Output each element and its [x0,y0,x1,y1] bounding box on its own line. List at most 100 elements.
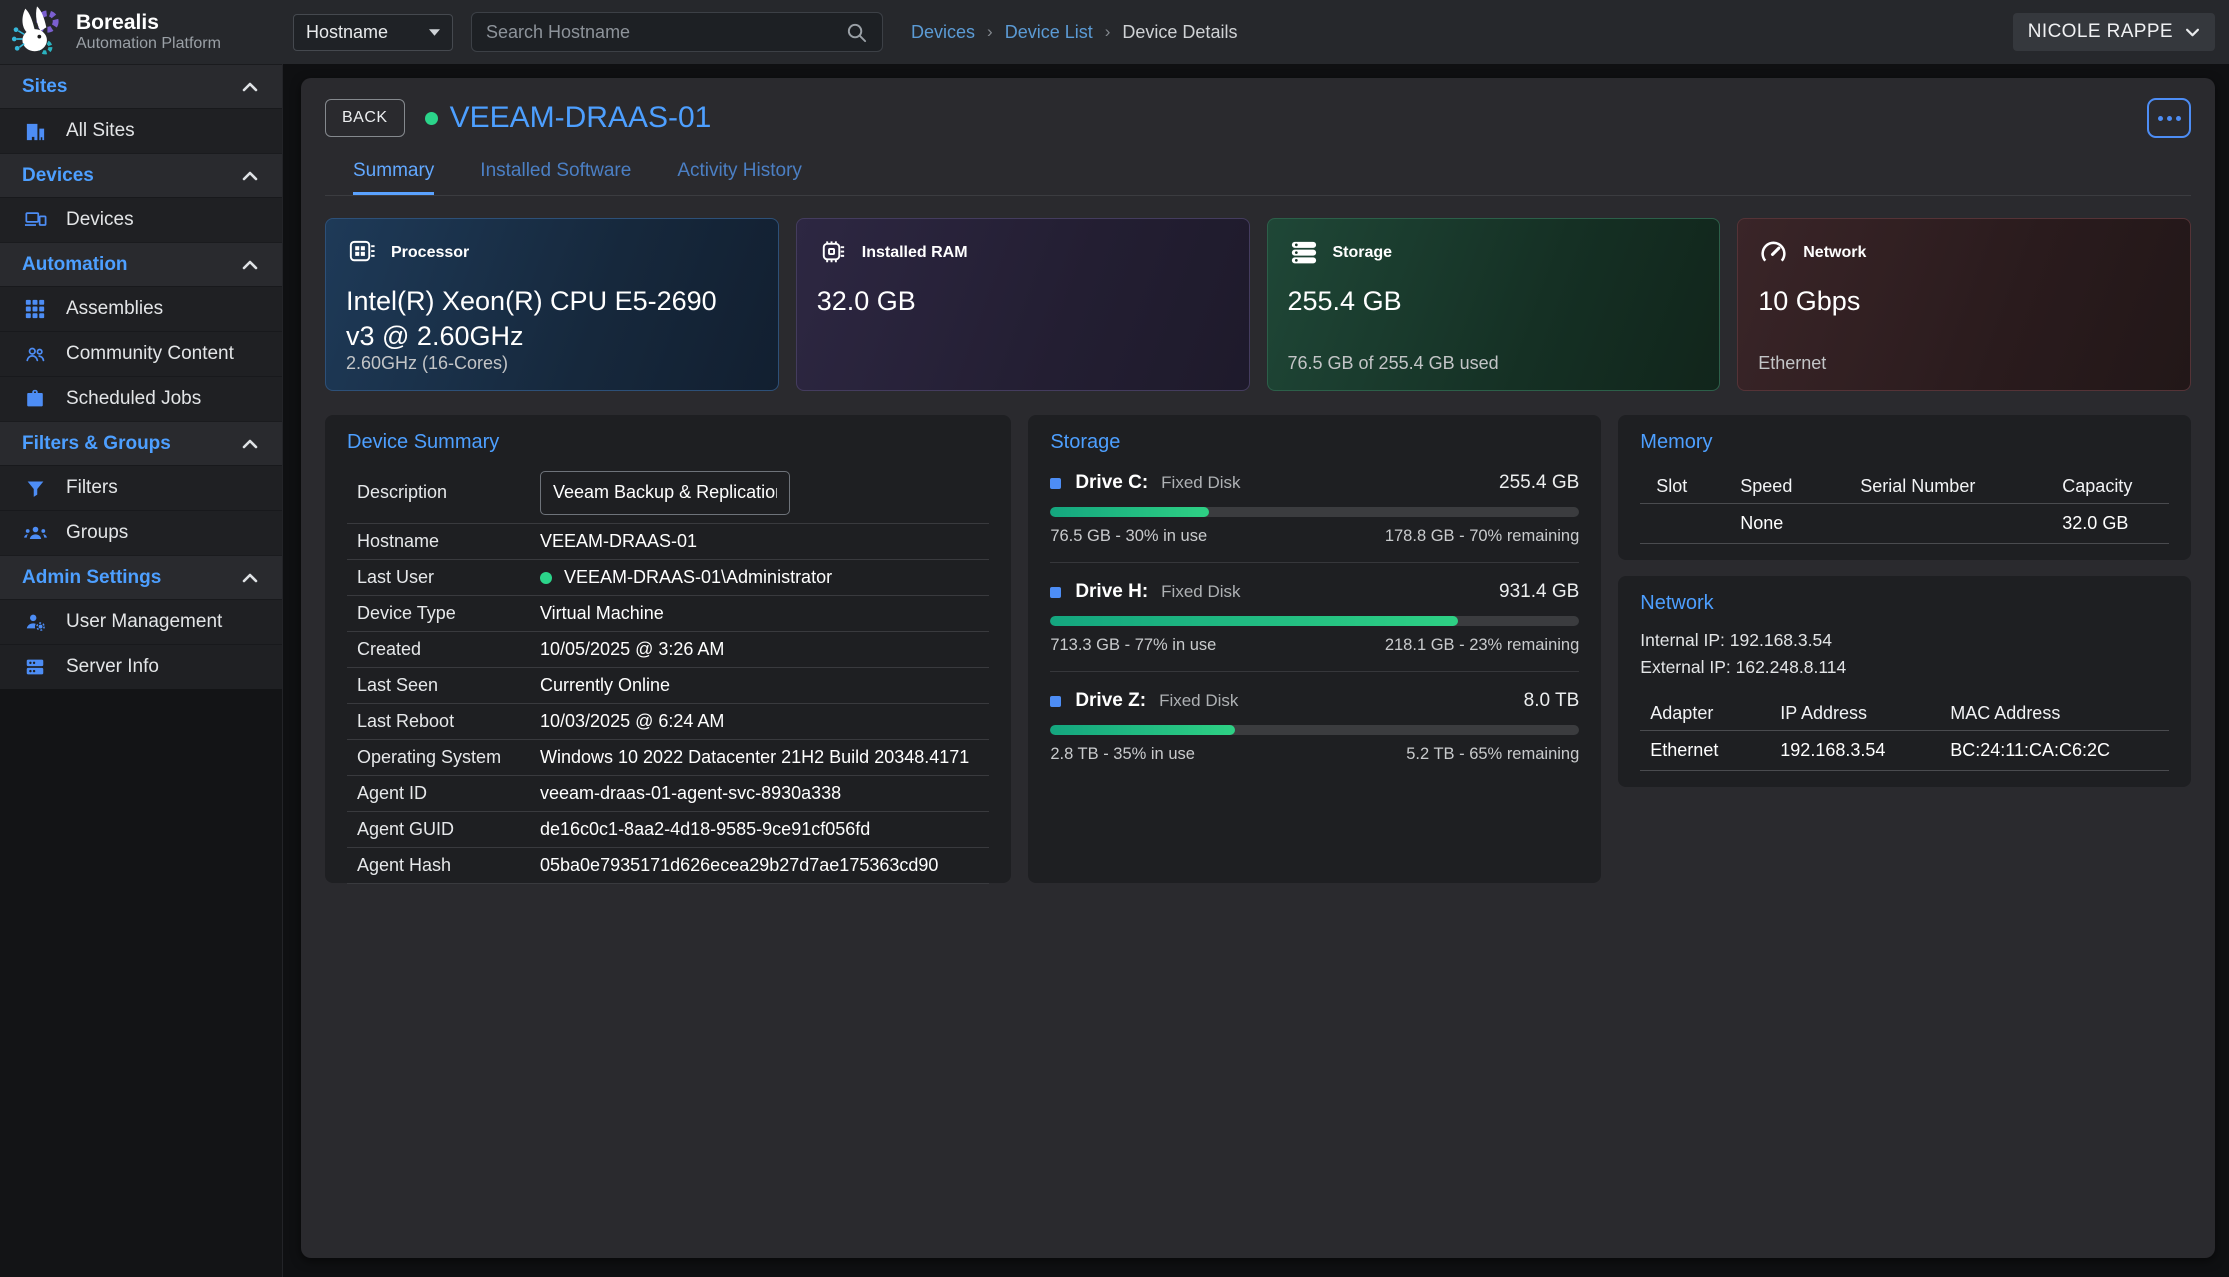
sidebar-item-server-info[interactable]: Server Info [0,644,282,689]
summary-row-created: Created 10/05/2025 @ 3:26 AM [347,632,989,668]
storage-card: Storage 255.4 GB 76.5 GB of 255.4 GB use… [1267,218,1721,391]
caret-down-icon [429,29,440,36]
storage-value: 255.4 GB [1288,284,1679,319]
chevron-up-icon [242,439,258,449]
storage-panel: Storage Drive C: Fixed Disk 255.4 GB 76.… [1028,415,1601,883]
description-input[interactable] [540,471,790,515]
network-footer: Ethernet [1758,353,1826,374]
sidebar-item-devices[interactable]: Devices [0,197,282,242]
device-details-panel: BACK VEEAM-DRAAS-01 Summary Installed So… [301,78,2215,1258]
drive-bullet-icon [1050,587,1061,598]
tab-summary[interactable]: Summary [353,160,434,195]
processor-value: Intel(R) Xeon(R) CPU E5-2690 v3 @ 2.60GH… [346,284,737,354]
right-column: Memory Slot Speed Serial Number Capacity… [1618,415,2191,787]
search-icon[interactable] [845,21,868,44]
tab-activity-history[interactable]: Activity History [677,160,802,195]
chevron-up-icon [242,171,258,181]
storage-stack-icon [1288,237,1319,268]
user-menu-button[interactable]: NICOLE RAPPE [2013,13,2215,51]
cpu-icon [346,237,377,268]
sidebar-section-automation[interactable]: Automation [0,242,282,286]
breadcrumb: Devices › Device List › Device Details [911,22,1237,43]
topbar: Borealis Automation Platform Hostname De… [0,0,2229,64]
device-summary-panel: Device Summary Description Hostname VEEA… [325,415,1011,883]
online-status-dot [425,112,438,125]
brand-name: Borealis [76,11,221,35]
ram-chip-icon [817,237,848,268]
rabbit-logo-icon [8,4,66,60]
brand-logo: Borealis Automation Platform [0,4,283,60]
summary-row-agent-hash: Agent Hash 05ba0e7935171d626ecea29b27d7a… [347,848,989,884]
breadcrumb-devices[interactable]: Devices [911,22,975,43]
sidebar-item-user-management[interactable]: User Management [0,599,282,644]
summary-row-operating-system: Operating System Windows 10 2022 Datacen… [347,740,989,776]
groups-icon [22,523,48,543]
grid-icon [22,298,48,320]
sidebar-section-sites[interactable]: Sites [0,64,282,108]
filter-icon [22,478,48,499]
hostname-filter-select[interactable]: Hostname [293,14,453,51]
network-panel: Network Internal IP: 192.168.3.54 Extern… [1618,576,2191,787]
ram-value: 32.0 GB [817,284,1208,319]
chevron-up-icon [242,260,258,270]
sidebar: Sites All Sites Devices Devices Automati… [0,64,283,1277]
summary-row-last-seen: Last Seen Currently Online [347,668,989,704]
search-box[interactable] [471,12,883,52]
card-label: Storage [1333,244,1393,262]
sidebar-section-admin-settings[interactable]: Admin Settings [0,555,282,599]
sidebar-item-filters[interactable]: Filters [0,465,282,510]
sidebar-section-devices[interactable]: Devices [0,153,282,197]
detail-panels: Device Summary Description Hostname VEEA… [325,415,2191,883]
breadcrumb-separator: › [1105,22,1111,42]
breadcrumb-separator: › [987,22,993,42]
building-icon [22,120,48,143]
summary-row-agent-guid: Agent GUID de16c0c1-8aa2-4d18-9585-9ce91… [347,812,989,848]
processor-card: Processor Intel(R) Xeon(R) CPU E5-2690 v… [325,218,779,391]
drive-bullet-icon [1050,478,1061,489]
internal-ip: Internal IP: 192.168.3.54 [1640,627,2169,654]
sidebar-section-filters-groups[interactable]: Filters & Groups [0,421,282,465]
breadcrumb-device-list[interactable]: Device List [1005,22,1093,43]
panel-title: Storage [1050,431,1579,454]
summary-row-device-type: Device Type Virtual Machine [347,596,989,632]
drive-z-row: Drive Z: Fixed Disk 8.0 TB 2.8 TB - 35% … [1050,690,1579,764]
briefcase-icon [22,388,48,410]
user-menu-label: NICOLE RAPPE [2028,21,2173,43]
sidebar-item-scheduled-jobs[interactable]: Scheduled Jobs [0,376,282,421]
ellipsis-icon [2158,116,2163,121]
network-value: 10 Gbps [1758,284,2149,319]
tab-installed-software[interactable]: Installed Software [480,160,631,195]
search-input[interactable] [486,22,845,43]
summary-row-hostname: Hostname VEEAM-DRAAS-01 [347,524,989,560]
gauge-icon [1758,237,1789,268]
memory-panel: Memory Slot Speed Serial Number Capacity… [1618,415,2191,560]
sidebar-item-assemblies[interactable]: Assemblies [0,286,282,331]
user-gear-icon [22,611,48,633]
processor-footer: 2.60GHz (16-Cores) [346,353,508,374]
drive-z-progressbar [1050,725,1579,735]
hostname-filter-value: Hostname [306,22,388,43]
card-label: Installed RAM [862,244,968,262]
network-card: Network 10 Gbps Ethernet [1737,218,2191,391]
server-icon [22,656,48,678]
summary-row-last-user: Last User VEEAM-DRAAS-01\Administrator [347,560,989,596]
chevron-down-icon [2185,28,2200,37]
more-actions-button[interactable] [2147,98,2191,138]
chevron-up-icon [242,82,258,92]
people-icon [22,343,48,365]
sidebar-item-all-sites[interactable]: All Sites [0,108,282,153]
summary-row-agent-id: Agent ID veeam-draas-01-agent-svc-8930a3… [347,776,989,812]
drive-c-row: Drive C: Fixed Disk 255.4 GB 76.5 GB - 3… [1050,472,1579,563]
sidebar-item-groups[interactable]: Groups [0,510,282,555]
main-content: BACK VEEAM-DRAAS-01 Summary Installed So… [284,64,2229,1277]
panel-title: Network [1640,592,2169,615]
memory-table-row: None 32.0 GB [1640,504,2169,544]
page-title: VEEAM-DRAAS-01 [450,101,712,135]
panel-title: Device Summary [347,431,989,454]
installed-ram-card: Installed RAM 32.0 GB [796,218,1250,391]
external-ip: External IP: 162.248.8.114 [1640,654,2169,681]
summary-row-last-reboot: Last Reboot 10/03/2025 @ 6:24 AM [347,704,989,740]
sidebar-item-community-content[interactable]: Community Content [0,331,282,376]
online-status-dot [540,572,552,584]
back-button[interactable]: BACK [325,99,405,137]
